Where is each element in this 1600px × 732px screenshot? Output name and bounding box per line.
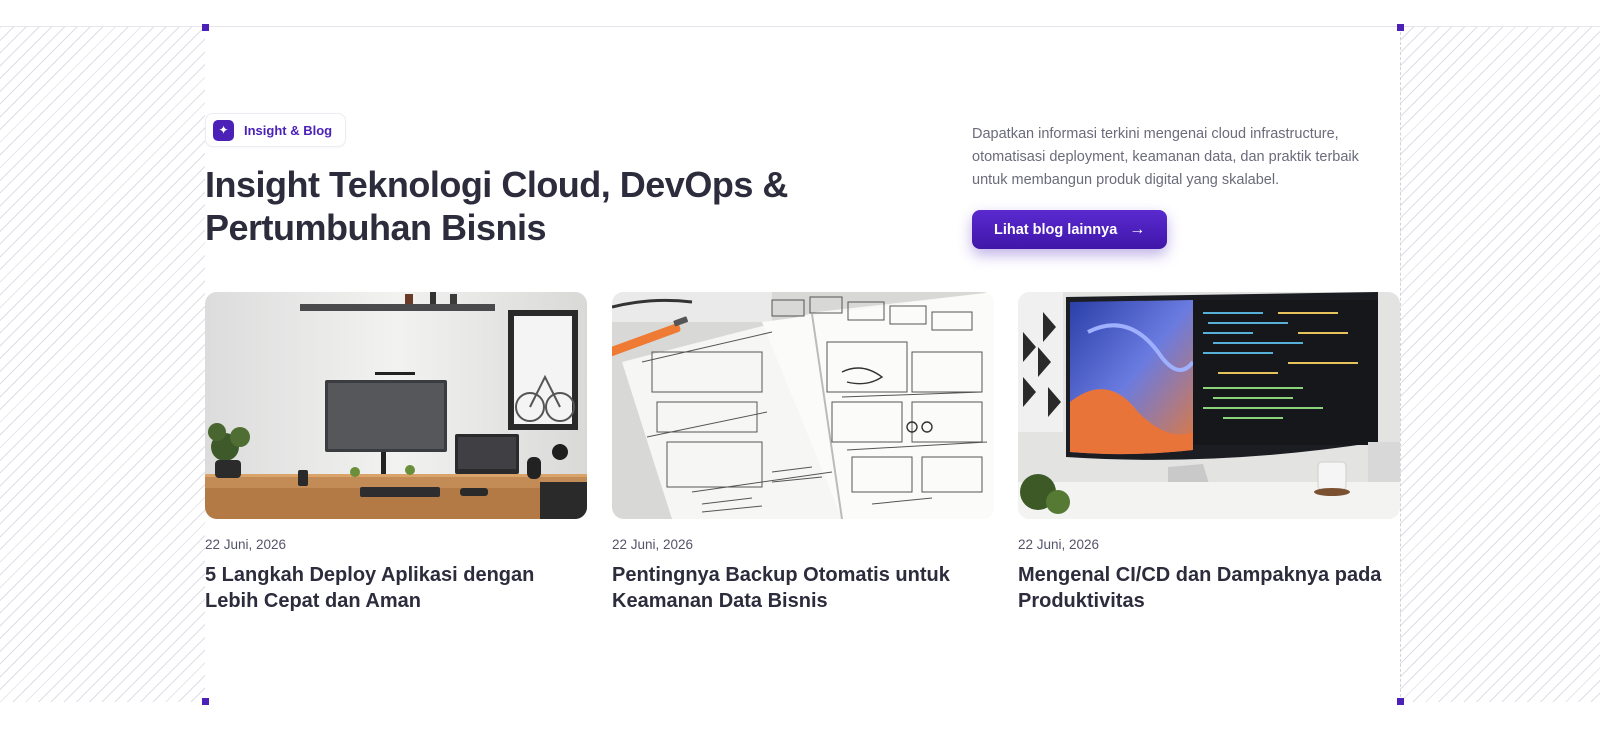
view-more-blog-button[interactable]: Lihat blog lainnya → bbox=[972, 210, 1168, 249]
section-description: Dapatkan informasi terkini mengenai clou… bbox=[972, 126, 1359, 188]
blog-card[interactable]: 22 Juni, 2026 5 Langkah Deploy Aplikasi … bbox=[205, 292, 587, 614]
view-more-blog-label: Lihat blog lainnya bbox=[994, 221, 1118, 238]
frame-guide-right bbox=[1400, 27, 1401, 702]
blog-card[interactable]: 22 Juni, 2026 Mengenal CI/CD dan Dampakn… bbox=[1018, 292, 1400, 614]
blog-section: ✦ Insight & Blog Insight Teknologi Cloud… bbox=[205, 27, 1400, 702]
curved-monitor-photo[interactable] bbox=[1018, 292, 1400, 519]
frame-corner-handle bbox=[1397, 24, 1404, 31]
post-title[interactable]: 5 Langkah Deploy Aplikasi dengan Lebih C… bbox=[205, 562, 587, 614]
frame-corner-handle bbox=[202, 24, 209, 31]
post-title[interactable]: Mengenal CI/CD dan Dampaknya pada Produk… bbox=[1018, 562, 1400, 614]
badge-label: Insight & Blog bbox=[244, 122, 333, 138]
arrow-right-icon: → bbox=[1129, 220, 1146, 238]
desk-workspace-photo[interactable] bbox=[205, 292, 587, 519]
post-date: 22 Juni, 2026 bbox=[1018, 537, 1100, 552]
hatch-pattern-right bbox=[1400, 27, 1600, 702]
section-badge: ✦ Insight & Blog bbox=[205, 113, 347, 147]
wireframe-sketch-photo[interactable] bbox=[612, 292, 994, 519]
hatch-pattern-left bbox=[0, 27, 205, 702]
post-date: 22 Juni, 2026 bbox=[612, 537, 694, 552]
post-title[interactable]: Pentingnya Backup Otomatis untuk Keamana… bbox=[612, 562, 994, 614]
post-date: 22 Juni, 2026 bbox=[205, 537, 287, 552]
sparkle-icon: ✦ bbox=[213, 119, 234, 141]
blog-card[interactable]: 22 Juni, 2026 Pentingnya Backup Otomatis… bbox=[612, 292, 994, 614]
blog-card-list: 22 Juni, 2026 5 Langkah Deploy Aplikasi … bbox=[205, 292, 1400, 622]
frame-corner-handle bbox=[202, 698, 209, 705]
section-title: Insight Teknologi Cloud, DevOps & Pertum… bbox=[205, 164, 788, 248]
frame-corner-handle bbox=[1397, 698, 1404, 705]
